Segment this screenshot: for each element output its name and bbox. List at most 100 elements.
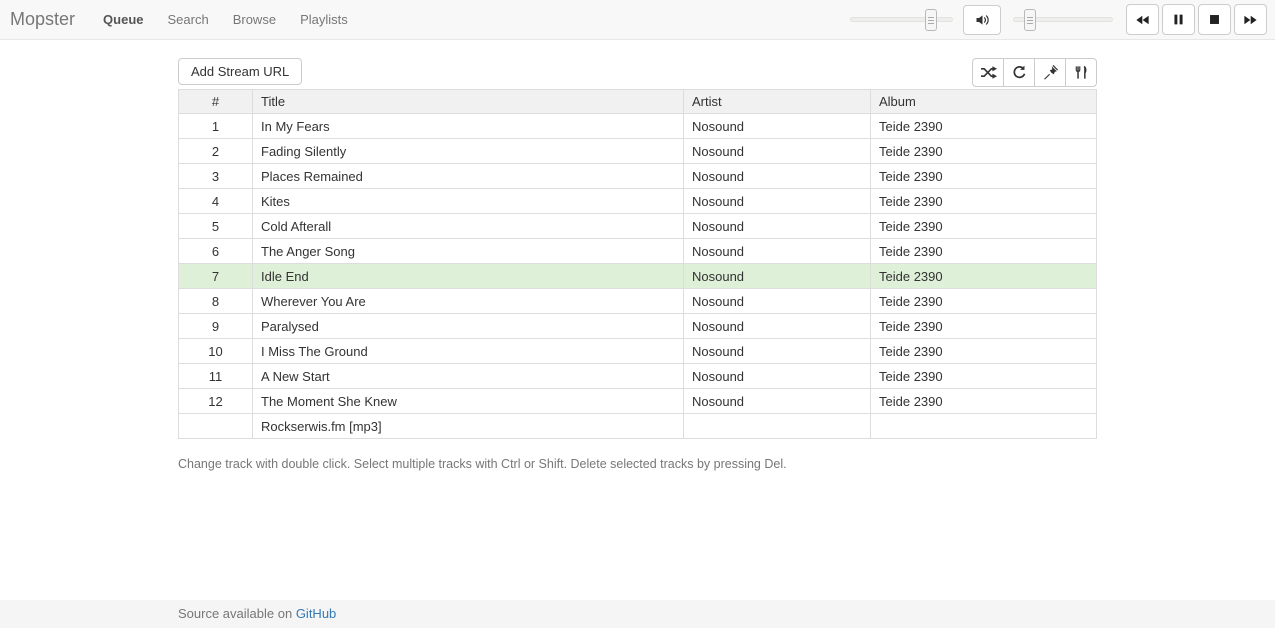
next-icon [1243, 13, 1258, 27]
footer-text: Source available on [178, 606, 296, 621]
table-row[interactable]: 5Cold AfterallNosoundTeide 2390 [179, 214, 1097, 239]
table-row[interactable]: 7Idle EndNosoundTeide 2390 [179, 264, 1097, 289]
transport-buttons [1126, 4, 1267, 35]
table-row[interactable]: 12The Moment She KnewNosoundTeide 2390 [179, 389, 1097, 414]
cell-album: Teide 2390 [871, 139, 1097, 164]
seek-slider[interactable] [850, 17, 953, 22]
pin-icon [1043, 65, 1058, 80]
table-row[interactable]: 10I Miss The GroundNosoundTeide 2390 [179, 339, 1097, 364]
cell-album: Teide 2390 [871, 289, 1097, 314]
queue-help-text: Change track with double click. Select m… [178, 457, 1097, 471]
cell-title: Places Remained [253, 164, 684, 189]
cell-title: Rockserwis.fm [mp3] [253, 414, 684, 439]
column-header-title: Title [253, 90, 684, 114]
table-row[interactable]: 11A New StartNosoundTeide 2390 [179, 364, 1097, 389]
cell-num: 11 [179, 364, 253, 389]
queue-toolbar: Add Stream URL [178, 58, 1097, 87]
cell-title: Kites [253, 189, 684, 214]
cell-title: Idle End [253, 264, 684, 289]
seek-slider-handle[interactable] [925, 9, 937, 31]
cell-num: 4 [179, 189, 253, 214]
cell-album: Teide 2390 [871, 389, 1097, 414]
table-row[interactable]: 4KitesNosoundTeide 2390 [179, 189, 1097, 214]
footer: Source available on GitHub [0, 600, 1275, 628]
playback-options-group [972, 58, 1097, 87]
cell-album: Teide 2390 [871, 214, 1097, 239]
cell-title: A New Start [253, 364, 684, 389]
table-row[interactable]: 2Fading SilentlyNosoundTeide 2390 [179, 139, 1097, 164]
cell-artist: Nosound [684, 114, 871, 139]
main-content: Add Stream URL [178, 58, 1097, 471]
cell-num: 5 [179, 214, 253, 239]
cell-album: Teide 2390 [871, 114, 1097, 139]
cell-artist: Nosound [684, 289, 871, 314]
cell-num: 2 [179, 139, 253, 164]
column-header-album: Album [871, 90, 1097, 114]
cell-artist: Nosound [684, 264, 871, 289]
cell-title: I Miss The Ground [253, 339, 684, 364]
nav-item-playlists[interactable]: Playlists [300, 12, 348, 27]
volume-slider-handle[interactable] [1024, 9, 1036, 31]
cell-title: In My Fears [253, 114, 684, 139]
add-stream-url-button[interactable]: Add Stream URL [178, 58, 302, 85]
table-row[interactable]: 6The Anger SongNosoundTeide 2390 [179, 239, 1097, 264]
nav-item-browse[interactable]: Browse [233, 12, 276, 27]
pause-button[interactable] [1162, 4, 1195, 35]
table-row[interactable]: 1In My FearsNosoundTeide 2390 [179, 114, 1097, 139]
previous-button[interactable] [1126, 4, 1159, 35]
table-row[interactable]: Rockserwis.fm [mp3] [179, 414, 1097, 439]
previous-icon [1135, 13, 1150, 27]
cell-artist: Nosound [684, 314, 871, 339]
navbar: Mopster Queue Search Browse Playlists [0, 0, 1275, 40]
cell-num: 10 [179, 339, 253, 364]
column-header-artist: Artist [684, 90, 871, 114]
cell-artist: Nosound [684, 339, 871, 364]
cell-album: Teide 2390 [871, 239, 1097, 264]
cell-album: Teide 2390 [871, 314, 1097, 339]
repeat-button[interactable] [1003, 58, 1035, 87]
nav-item-queue[interactable]: Queue [103, 12, 143, 27]
cell-album [871, 414, 1097, 439]
cell-album: Teide 2390 [871, 264, 1097, 289]
cell-album: Teide 2390 [871, 339, 1097, 364]
cell-artist: Nosound [684, 139, 871, 164]
cell-num: 9 [179, 314, 253, 339]
volume-slider[interactable] [1013, 17, 1113, 22]
queue-table: # Title Artist Album 1In My FearsNosound… [178, 89, 1097, 439]
cell-num: 3 [179, 164, 253, 189]
cell-num: 6 [179, 239, 253, 264]
table-row[interactable]: 8Wherever You AreNosoundTeide 2390 [179, 289, 1097, 314]
volume-up-icon [974, 12, 990, 28]
shuffle-button[interactable] [972, 58, 1004, 87]
column-header-num: # [179, 90, 253, 114]
cell-artist: Nosound [684, 214, 871, 239]
github-link[interactable]: GitHub [296, 606, 336, 621]
cell-title: The Anger Song [253, 239, 684, 264]
nav-item-search[interactable]: Search [168, 12, 209, 27]
single-button[interactable] [1034, 58, 1066, 87]
pause-icon [1172, 13, 1185, 26]
cell-album: Teide 2390 [871, 364, 1097, 389]
stop-icon [1208, 13, 1221, 26]
cell-num: 8 [179, 289, 253, 314]
cell-artist: Nosound [684, 364, 871, 389]
cell-num: 12 [179, 389, 253, 414]
navbar-left: Mopster Queue Search Browse Playlists [10, 9, 372, 30]
cell-album: Teide 2390 [871, 164, 1097, 189]
cell-title: The Moment She Knew [253, 389, 684, 414]
mute-button[interactable] [963, 5, 1001, 35]
cell-title: Fading Silently [253, 139, 684, 164]
table-row[interactable]: 9ParalysedNosoundTeide 2390 [179, 314, 1097, 339]
next-button[interactable] [1234, 4, 1267, 35]
stop-button[interactable] [1198, 4, 1231, 35]
cell-artist: Nosound [684, 239, 871, 264]
table-row[interactable]: 3Places RemainedNosoundTeide 2390 [179, 164, 1097, 189]
cell-title: Wherever You Are [253, 289, 684, 314]
cell-artist: Nosound [684, 389, 871, 414]
brand[interactable]: Mopster [10, 9, 75, 30]
cell-title: Paralysed [253, 314, 684, 339]
cell-num [179, 414, 253, 439]
cell-num: 1 [179, 114, 253, 139]
player-controls [850, 4, 1267, 35]
consume-button[interactable] [1065, 58, 1097, 87]
